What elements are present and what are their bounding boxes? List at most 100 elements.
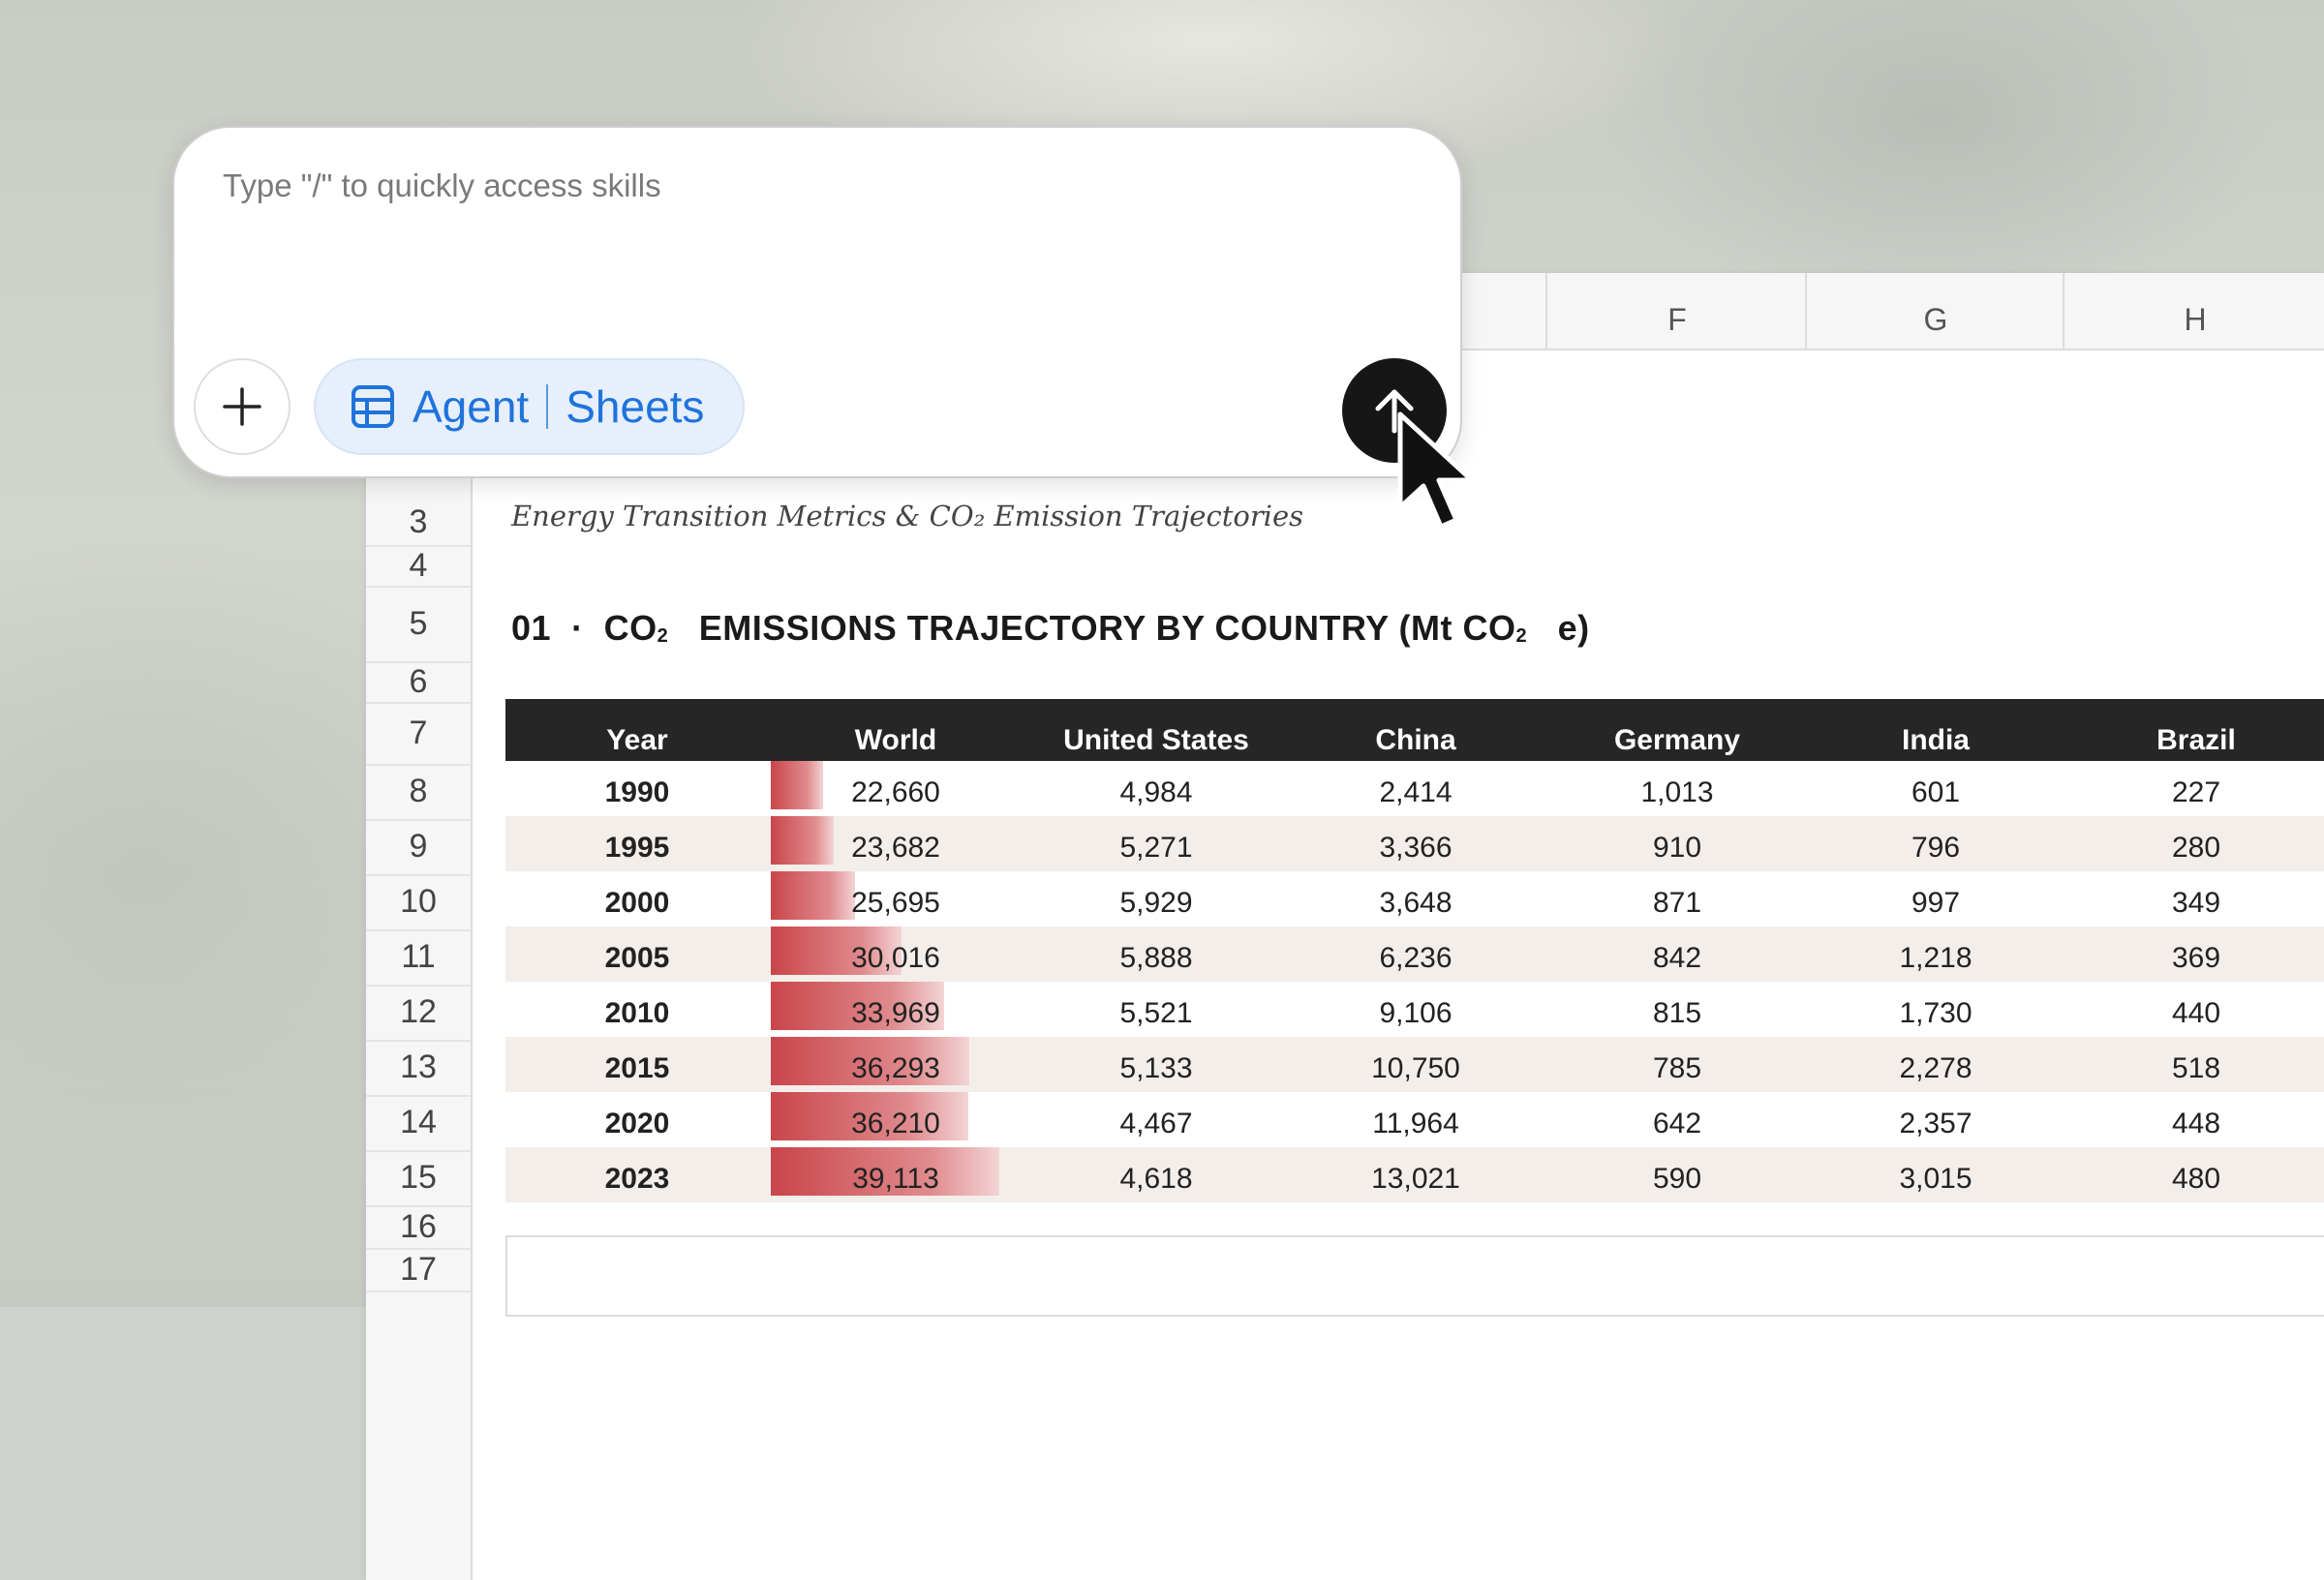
plus-icon bbox=[223, 387, 261, 426]
row-number[interactable]: 15 bbox=[366, 1150, 471, 1207]
value-cell[interactable]: 39,113 bbox=[780, 1163, 1012, 1196]
row-number[interactable]: 4 bbox=[366, 545, 471, 588]
row-number[interactable]: 17 bbox=[366, 1248, 471, 1292]
section-co2: CO bbox=[603, 608, 657, 648]
value-cell[interactable]: 25,695 bbox=[780, 887, 1012, 920]
value-cell[interactable]: 22,660 bbox=[780, 776, 1012, 809]
column-header-f[interactable]: F bbox=[1545, 273, 1807, 349]
table-header: Year World United States China Germany I… bbox=[505, 699, 2324, 761]
value-cell[interactable]: 369 bbox=[2080, 942, 2312, 975]
value-cell[interactable]: 13,021 bbox=[1300, 1163, 1532, 1196]
chip-divider bbox=[546, 384, 549, 429]
header-world[interactable]: World bbox=[780, 724, 1012, 757]
value-cell[interactable]: 1,730 bbox=[1819, 997, 2052, 1030]
value-cell[interactable]: 796 bbox=[1819, 832, 2052, 865]
value-cell[interactable]: 30,016 bbox=[780, 942, 1012, 975]
section-co2-subscript: 2 bbox=[657, 625, 669, 647]
value-cell[interactable]: 36,210 bbox=[780, 1108, 1012, 1140]
value-cell[interactable]: 10,750 bbox=[1300, 1052, 1532, 1085]
prompt-composer: Agent Sheets bbox=[172, 126, 1462, 478]
value-cell[interactable]: 871 bbox=[1561, 887, 1793, 920]
value-cell[interactable]: 785 bbox=[1561, 1052, 1793, 1085]
row-number[interactable]: 8 bbox=[366, 764, 471, 821]
value-cell[interactable]: 480 bbox=[2080, 1163, 2312, 1196]
value-cell[interactable]: 11,964 bbox=[1300, 1108, 1532, 1140]
value-cell[interactable]: 36,293 bbox=[780, 1052, 1012, 1085]
add-attachment-button[interactable] bbox=[194, 358, 290, 455]
header-germany[interactable]: Germany bbox=[1561, 724, 1793, 757]
table-row: 2005 30,016 5,888 6,236 842 1,218 369 bbox=[505, 927, 2324, 982]
value-cell[interactable]: 5,271 bbox=[1040, 832, 1272, 865]
row-number[interactable]: 13 bbox=[366, 1040, 471, 1097]
mouse-pointer-icon bbox=[1397, 411, 1475, 530]
value-cell[interactable]: 448 bbox=[2080, 1108, 2312, 1140]
row-number[interactable]: 6 bbox=[366, 661, 471, 704]
year-cell[interactable]: 2005 bbox=[521, 942, 753, 975]
header-united-states[interactable]: United States bbox=[1040, 724, 1272, 757]
prompt-input[interactable] bbox=[221, 167, 1290, 205]
value-cell[interactable]: 440 bbox=[2080, 997, 2312, 1030]
value-cell[interactable]: 2,414 bbox=[1300, 776, 1532, 809]
section-separator: · bbox=[571, 608, 584, 648]
value-cell[interactable]: 4,467 bbox=[1040, 1108, 1272, 1140]
value-cell[interactable]: 642 bbox=[1561, 1108, 1793, 1140]
column-header-g[interactable]: G bbox=[1805, 273, 2064, 349]
year-cell[interactable]: 2015 bbox=[521, 1052, 753, 1085]
value-cell[interactable]: 910 bbox=[1561, 832, 1793, 865]
value-cell[interactable]: 6,236 bbox=[1300, 942, 1532, 975]
value-cell[interactable]: 3,015 bbox=[1819, 1163, 2052, 1196]
header-brazil[interactable]: Brazil bbox=[2080, 724, 2312, 757]
value-cell[interactable]: 4,618 bbox=[1040, 1163, 1272, 1196]
value-cell[interactable]: 3,366 bbox=[1300, 832, 1532, 865]
row-number[interactable]: 14 bbox=[366, 1095, 471, 1152]
value-cell[interactable]: 2,278 bbox=[1819, 1052, 2052, 1085]
value-cell[interactable]: 349 bbox=[2080, 887, 2312, 920]
value-cell[interactable]: 590 bbox=[1561, 1163, 1793, 1196]
value-cell[interactable]: 1,218 bbox=[1819, 942, 2052, 975]
row-number[interactable]: 16 bbox=[366, 1205, 471, 1250]
value-cell[interactable]: 815 bbox=[1561, 997, 1793, 1030]
agent-sheets-chip[interactable]: Agent Sheets bbox=[314, 358, 746, 455]
table-row: 2000 25,695 5,929 3,648 871 997 349 bbox=[505, 871, 2324, 927]
value-cell[interactable]: 5,929 bbox=[1040, 887, 1272, 920]
table-body: 1990 22,660 4,984 2,414 1,013 601 227 1995 23,68… bbox=[505, 761, 2324, 1202]
value-cell[interactable]: 227 bbox=[2080, 776, 2312, 809]
year-cell[interactable]: 2000 bbox=[521, 887, 753, 920]
value-cell[interactable]: 5,521 bbox=[1040, 997, 1272, 1030]
row-number[interactable]: 10 bbox=[366, 874, 471, 931]
header-year[interactable]: Year bbox=[521, 724, 753, 757]
column-header-h[interactable]: H bbox=[2063, 273, 2324, 349]
year-cell[interactable]: 2020 bbox=[521, 1108, 753, 1140]
row-number[interactable]: 7 bbox=[366, 702, 471, 766]
year-cell[interactable]: 1990 bbox=[521, 776, 753, 809]
year-cell[interactable]: 1995 bbox=[521, 832, 753, 865]
value-cell[interactable]: 5,133 bbox=[1040, 1052, 1272, 1085]
table-row: 2020 36,210 4,467 11,964 642 2,357 448 bbox=[505, 1092, 2324, 1147]
value-cell[interactable]: 601 bbox=[1819, 776, 2052, 809]
value-cell[interactable]: 4,984 bbox=[1040, 776, 1272, 809]
header-india[interactable]: India bbox=[1819, 724, 2052, 757]
value-cell[interactable]: 842 bbox=[1561, 942, 1793, 975]
header-china[interactable]: China bbox=[1300, 724, 1532, 757]
value-cell[interactable]: 5,888 bbox=[1040, 942, 1272, 975]
row-number[interactable]: 9 bbox=[366, 819, 471, 876]
value-cell[interactable]: 23,682 bbox=[780, 832, 1012, 865]
table-row: 2015 36,293 5,133 10,750 785 2,278 518 bbox=[505, 1037, 2324, 1092]
table-row: 2023 39,113 4,618 13,021 590 3,015 480 bbox=[505, 1147, 2324, 1202]
row-number[interactable]: 3 bbox=[366, 499, 471, 547]
value-cell[interactable]: 33,969 bbox=[780, 997, 1012, 1030]
row-number[interactable]: 12 bbox=[366, 985, 471, 1042]
value-cell[interactable]: 518 bbox=[2080, 1052, 2312, 1085]
value-cell[interactable]: 9,106 bbox=[1300, 997, 1532, 1030]
section-title-end: e) bbox=[1557, 608, 1590, 648]
value-cell[interactable]: 997 bbox=[1819, 887, 2052, 920]
section-title-subscript: 2 bbox=[1515, 625, 1528, 647]
value-cell[interactable]: 3,648 bbox=[1300, 887, 1532, 920]
row-number[interactable]: 5 bbox=[366, 586, 471, 663]
value-cell[interactable]: 2,357 bbox=[1819, 1108, 2052, 1140]
value-cell[interactable]: 1,013 bbox=[1561, 776, 1793, 809]
year-cell[interactable]: 2023 bbox=[521, 1163, 753, 1196]
row-number[interactable]: 11 bbox=[366, 929, 471, 987]
year-cell[interactable]: 2010 bbox=[521, 997, 753, 1030]
value-cell[interactable]: 280 bbox=[2080, 832, 2312, 865]
